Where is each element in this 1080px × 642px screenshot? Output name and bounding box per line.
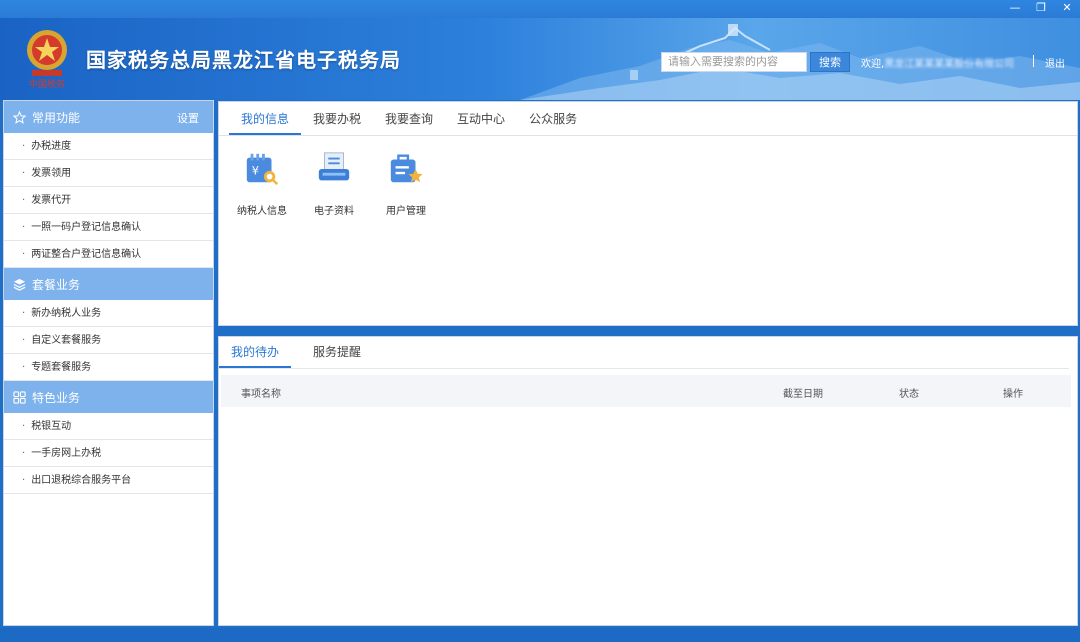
tab-query[interactable]: 我要查询 [373,102,445,135]
section-title: 套餐业务 [32,277,81,292]
col-item-name: 事项名称 [241,389,281,400]
sidebar-item-two-cert-confirm[interactable]: 两证整合户登记信息确认 [4,241,213,268]
main-tabs: 我的信息 我要办税 我要查询 互动中心 公众服务 [219,102,1077,136]
window-controls: — ❐ ✕ [1008,1,1074,15]
company-name: 黑龙江某某某某股份有限公司 [884,59,1015,70]
tax-emblem-icon: 中国税务 [27,30,67,90]
sidebar-item-tax-progress[interactable]: 办税进度 [4,133,213,160]
close-button[interactable]: ✕ [1060,1,1074,15]
section-title: 特色业务 [32,390,81,405]
sidebar-item-invoice-issue[interactable]: 发票代开 [4,187,213,214]
main-panel: 我的信息 我要办税 我要查询 互动中心 公众服务 ¥ 纳税人信息 电子资料 用户… [218,101,1078,326]
header-separator [1033,55,1034,67]
todo-panel: 我的待办 服务提醒 事项名称 截至日期 状态 操作 [218,336,1078,626]
section-title: 常用功能 [32,110,81,125]
window-titlebar: — ❐ ✕ [0,0,1080,18]
logout-link[interactable]: 退出 [1045,55,1065,70]
user-management-icon [390,154,423,183]
grid-icon [12,390,26,404]
app-e-document[interactable]: 电子资料 [309,150,359,217]
status-bar [0,628,1080,642]
sidebar: 常用功能 设置 办税进度 发票领用 发票代开 一照一码户登记信息确认 两证整合户… [3,100,214,626]
sidebar-item-tax-bank[interactable]: 税银互动 [4,413,213,440]
app-label: 电子资料 [314,206,354,217]
app-label: 纳税人信息 [237,206,287,217]
app-label: 用户管理 [386,206,426,217]
svg-text:中国税务: 中国税务 [29,78,65,90]
sidebar-item-one-code-confirm[interactable]: 一照一码户登记信息确认 [4,214,213,241]
sidebar-section-special[interactable]: 特色业务 [4,381,213,413]
taxpayer-info-icon: ¥ [246,153,279,186]
tab-my-todo[interactable]: 我的待办 [219,337,292,368]
search-input[interactable]: 请输入需要搜索的内容 [661,52,807,72]
todo-tabs: 我的待办 服务提醒 [219,337,1069,369]
tab-my-info[interactable]: 我的信息 [229,102,302,135]
site-header: 中国税务 国家税务总局黑龙江省电子税务局 请输入需要搜索的内容 搜索 欢迎,黑龙… [0,18,1080,100]
svg-text:¥: ¥ [252,164,259,178]
col-action: 操作 [1003,389,1023,400]
sidebar-item-custom-package[interactable]: 自定义套餐服务 [4,327,213,354]
sidebar-item-export-refund[interactable]: 出口退税综合服务平台 [4,467,213,494]
e-document-icon [318,152,350,181]
restore-button[interactable]: ❐ [1034,1,1048,15]
tab-public-service[interactable]: 公众服务 [517,102,589,135]
minimize-button[interactable]: — [1008,1,1022,15]
app-user-management[interactable]: 用户管理 [381,150,431,217]
tab-interaction[interactable]: 互动中心 [445,102,517,135]
welcome-prefix: 欢迎, [861,59,885,70]
sidebar-item-topic-package[interactable]: 专题套餐服务 [4,354,213,381]
sidebar-item-invoice-claim[interactable]: 发票领用 [4,160,213,187]
app-grid: ¥ 纳税人信息 电子资料 用户管理 [219,136,1077,217]
settings-link[interactable]: 设置 [177,110,199,126]
welcome-text: 欢迎,黑龙江某某某某股份有限公司 [861,55,1014,70]
sidebar-section-common[interactable]: 常用功能 设置 [4,101,213,133]
todo-table-header: 事项名称 截至日期 状态 操作 [221,375,1071,407]
layers-icon [12,277,26,291]
star-icon [12,110,26,124]
sidebar-item-new-taxpayer[interactable]: 新办纳税人业务 [4,300,213,327]
search-button[interactable]: 搜索 [810,52,850,72]
tab-service-reminder[interactable]: 服务提醒 [301,337,373,368]
col-status: 状态 [899,389,919,400]
sidebar-section-package[interactable]: 套餐业务 [4,268,213,300]
sidebar-item-new-house[interactable]: 一手房网上办税 [4,440,213,467]
site-title: 国家税务总局黑龙江省电子税务局 [86,48,401,72]
col-deadline: 截至日期 [783,389,823,400]
tab-do-tax[interactable]: 我要办税 [301,102,373,135]
app-taxpayer-info[interactable]: ¥ 纳税人信息 [237,150,287,217]
